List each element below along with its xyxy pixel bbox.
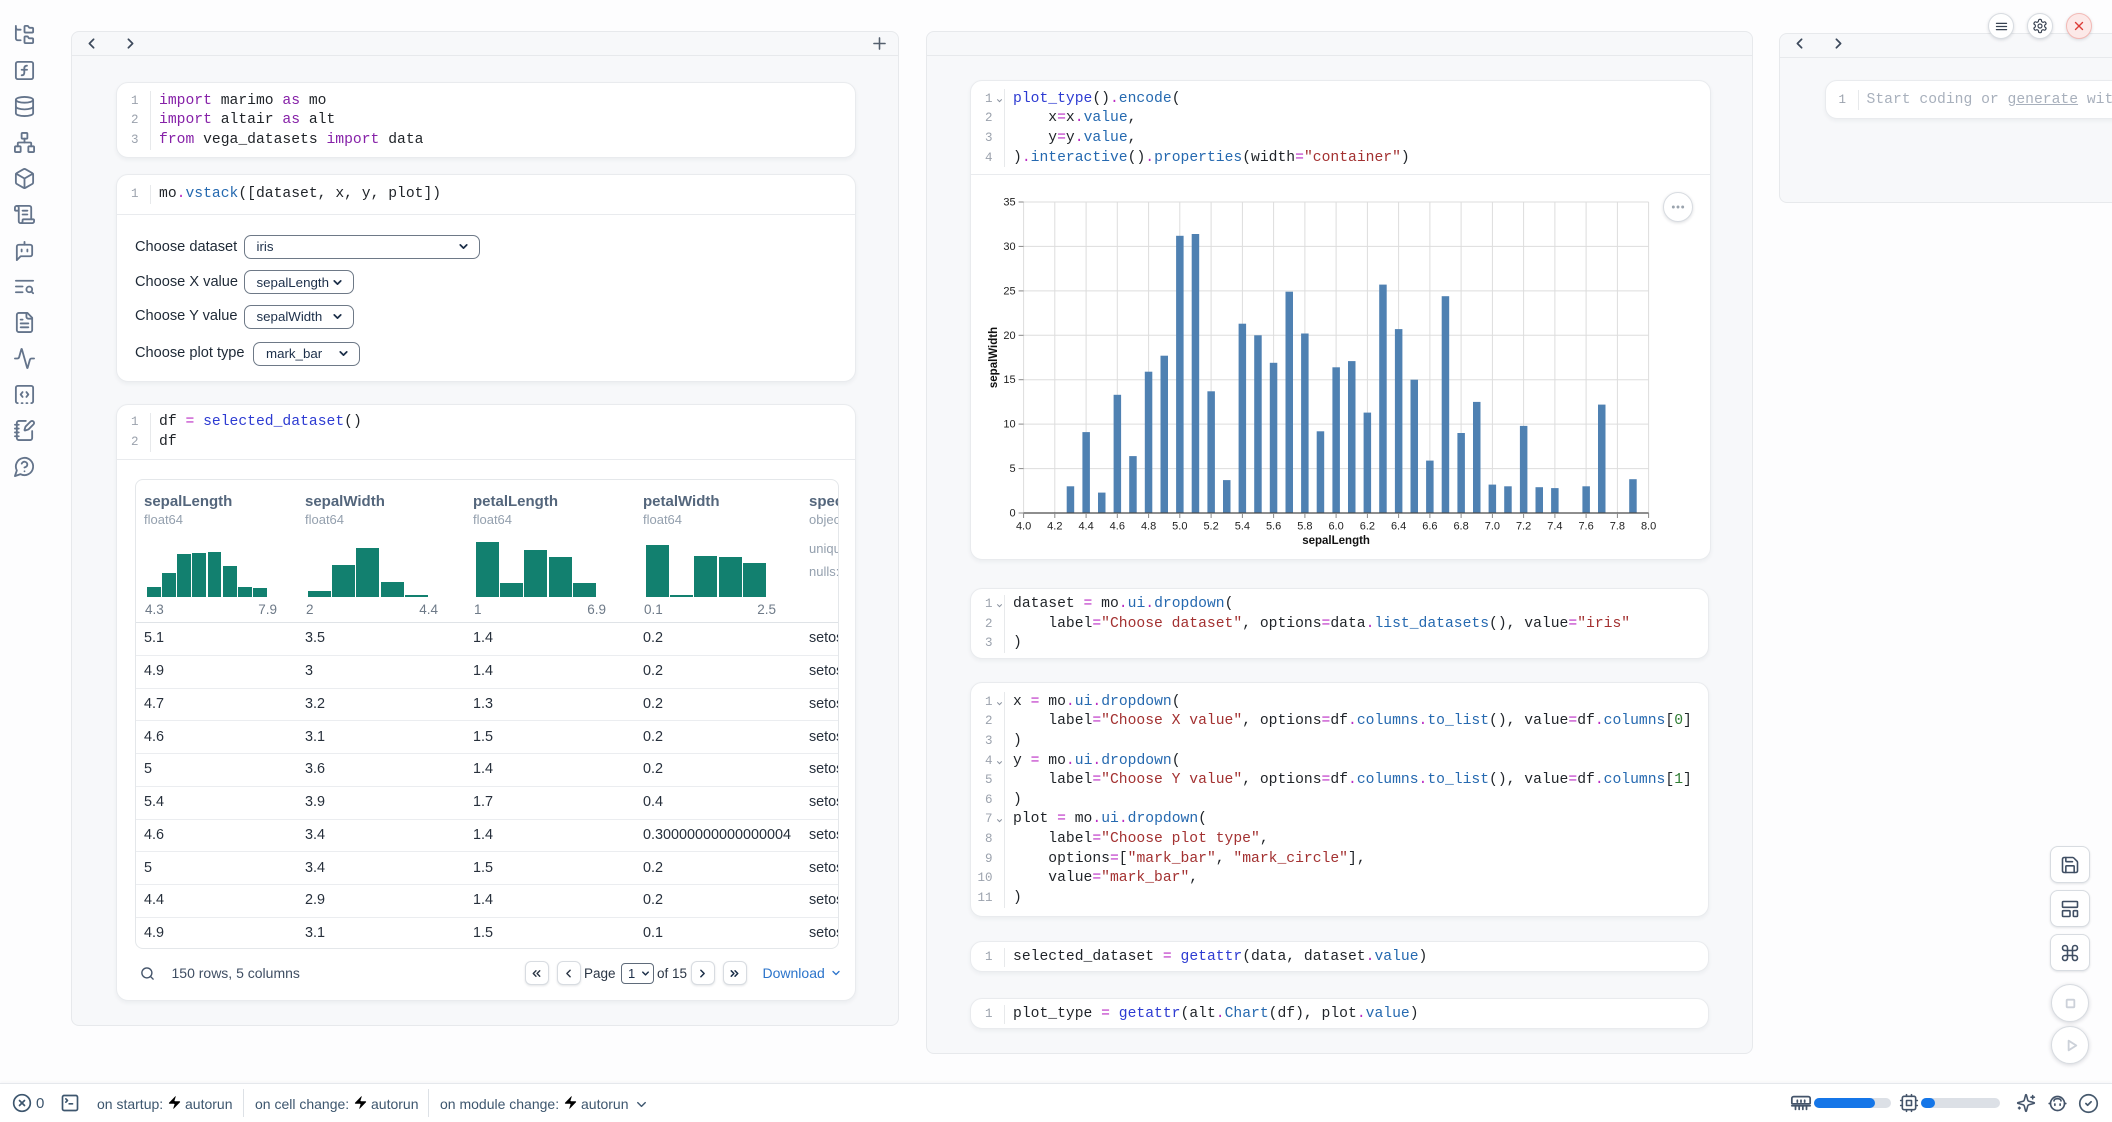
svg-text:sepalLength: sepalLength xyxy=(1302,535,1370,547)
svg-text:8.0: 8.0 xyxy=(1641,520,1656,532)
svg-text:30: 30 xyxy=(1003,240,1015,252)
svg-text:4.0: 4.0 xyxy=(1016,520,1031,532)
svg-text:10: 10 xyxy=(1003,418,1015,430)
svg-text:5.2: 5.2 xyxy=(1203,520,1218,532)
svg-text:5.6: 5.6 xyxy=(1266,520,1281,532)
svg-text:6.6: 6.6 xyxy=(1422,520,1437,532)
svg-text:15: 15 xyxy=(1003,374,1015,386)
svg-text:7.8: 7.8 xyxy=(1610,520,1625,532)
svg-text:35: 35 xyxy=(1003,196,1015,208)
svg-text:5.0: 5.0 xyxy=(1172,520,1187,532)
svg-text:7.6: 7.6 xyxy=(1578,520,1593,532)
svg-text:7.2: 7.2 xyxy=(1516,520,1531,532)
svg-text:sepalWidth: sepalWidth xyxy=(988,326,1000,387)
svg-text:6.4: 6.4 xyxy=(1391,520,1406,532)
svg-text:4.6: 4.6 xyxy=(1110,520,1125,532)
svg-text:5.8: 5.8 xyxy=(1297,520,1312,532)
svg-text:7.0: 7.0 xyxy=(1485,520,1500,532)
svg-text:5: 5 xyxy=(1009,463,1015,475)
svg-text:4.4: 4.4 xyxy=(1078,520,1093,532)
svg-text:6.2: 6.2 xyxy=(1360,520,1375,532)
svg-text:6.0: 6.0 xyxy=(1328,520,1343,532)
svg-text:0: 0 xyxy=(1009,507,1015,519)
svg-text:5.4: 5.4 xyxy=(1235,520,1250,532)
svg-text:4.8: 4.8 xyxy=(1141,520,1156,532)
svg-text:6.8: 6.8 xyxy=(1453,520,1468,532)
svg-text:4.2: 4.2 xyxy=(1047,520,1062,532)
svg-text:20: 20 xyxy=(1003,329,1015,341)
svg-text:25: 25 xyxy=(1003,285,1015,297)
svg-text:7.4: 7.4 xyxy=(1547,520,1562,532)
